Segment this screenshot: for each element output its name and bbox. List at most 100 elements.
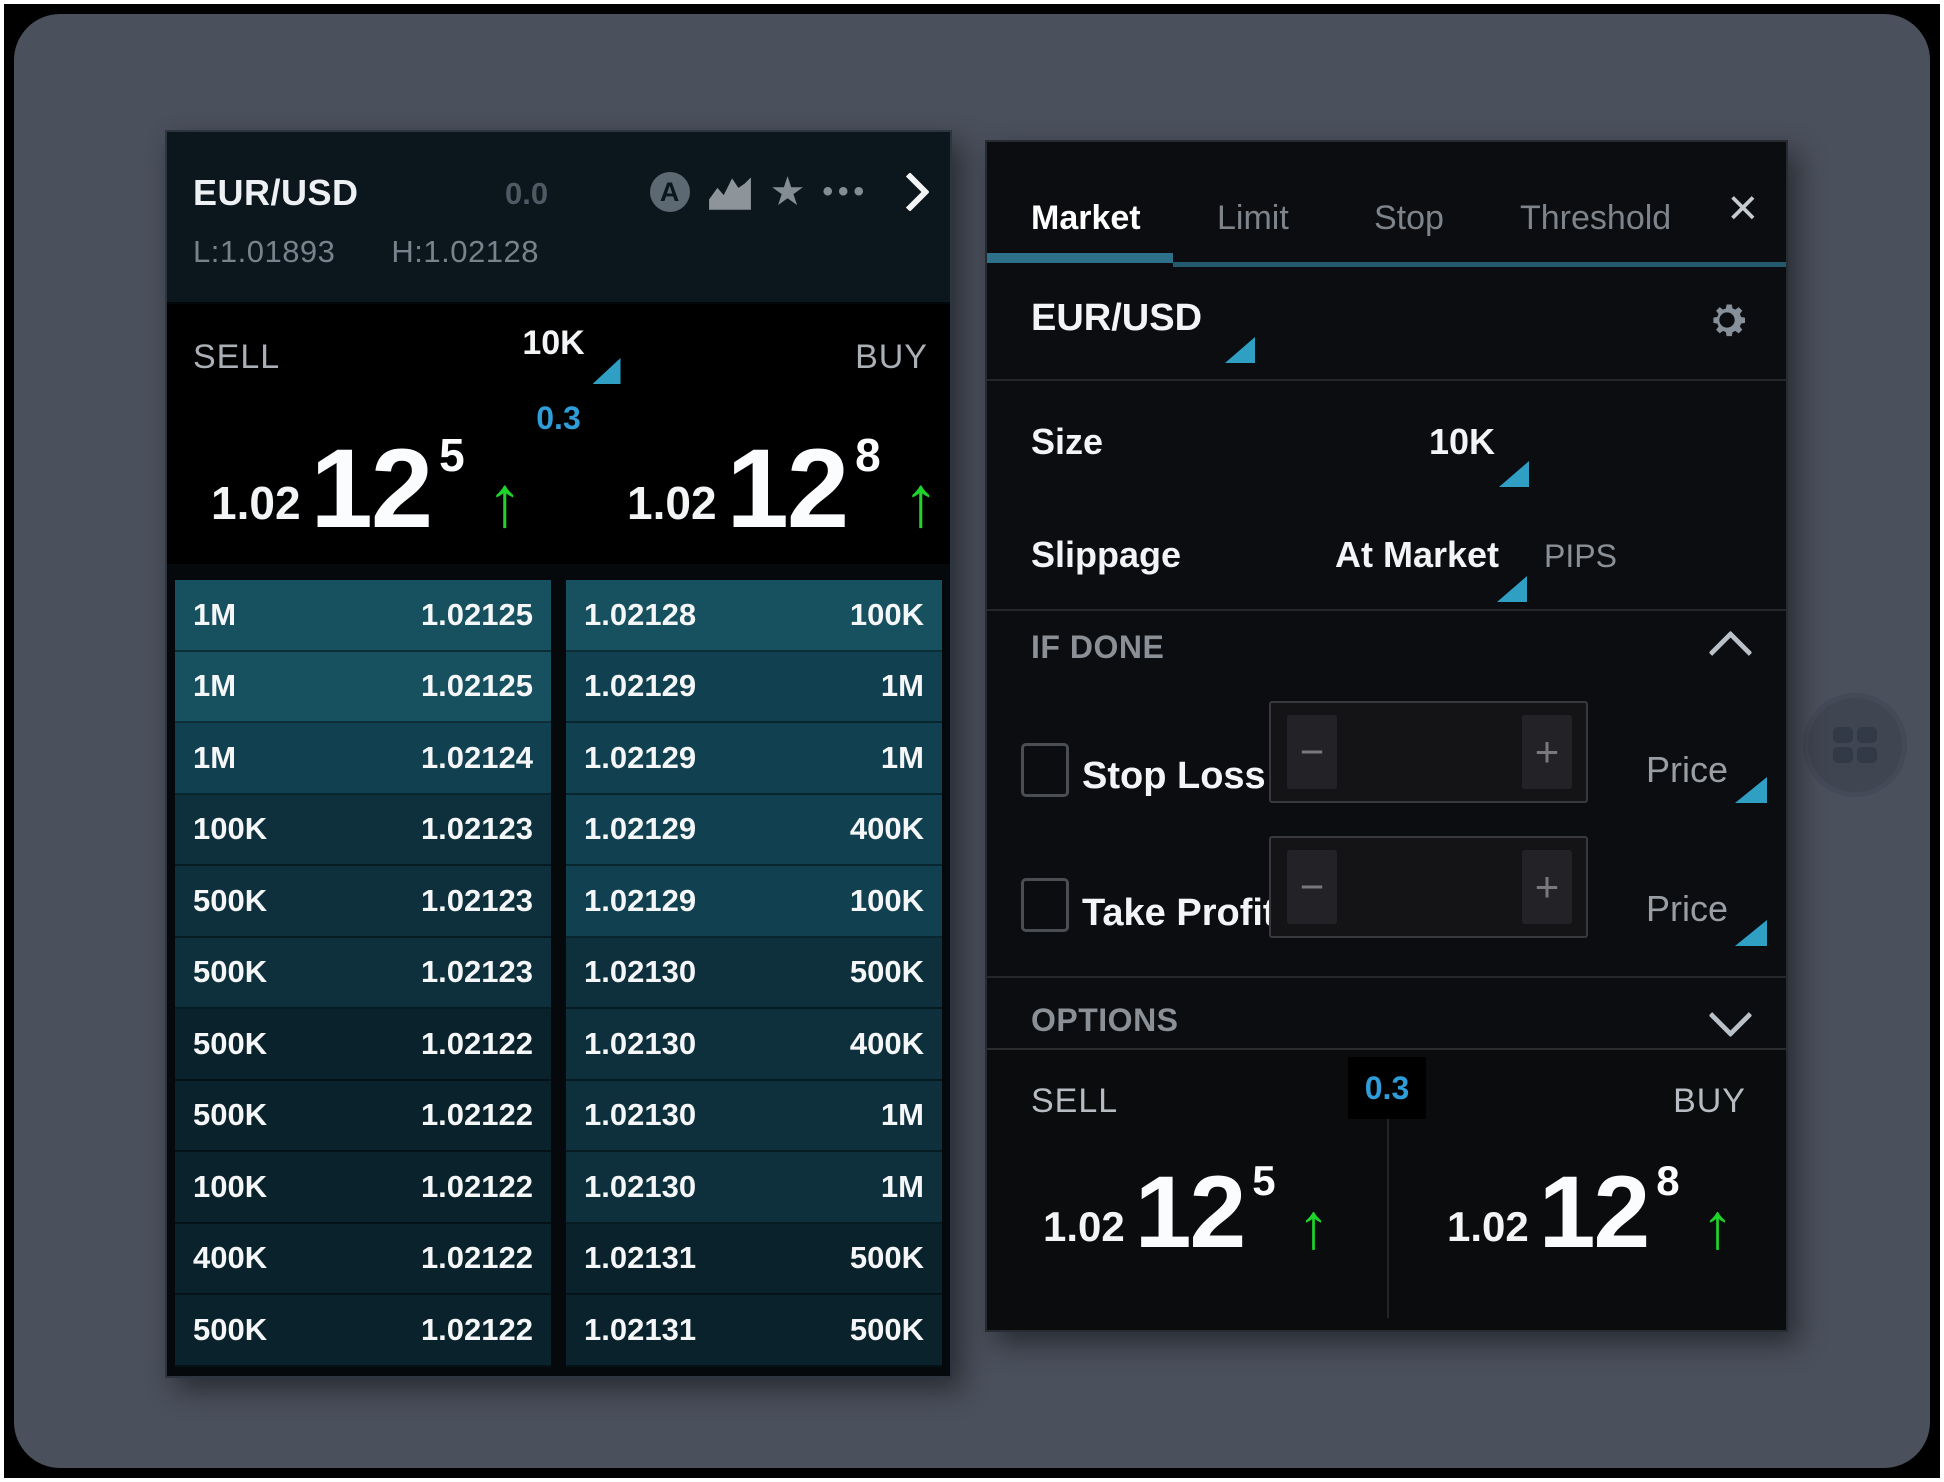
ask-row-size: 1M [881, 668, 924, 704]
ask-row[interactable]: 1.021301M [566, 1152, 942, 1224]
home-button[interactable] [1803, 693, 1907, 797]
spread-value: 0.3 [1365, 1070, 1409, 1107]
stop-loss-checkbox[interactable] [1021, 743, 1069, 797]
stop-loss-price-dropdown-icon[interactable] [1735, 777, 1767, 803]
sell-price-big: 12 [1135, 1172, 1244, 1254]
tab-limit[interactable]: Limit [1217, 199, 1289, 238]
chart-icon[interactable] [707, 173, 753, 211]
take-profit-row: Take Profit − + Price [987, 836, 1786, 976]
day-low-label: L:1.01893 [193, 234, 335, 270]
bid-row[interactable]: 500K1.02123 [175, 938, 551, 1010]
ask-row-size: 400K [850, 811, 924, 847]
size-dropdown-icon[interactable] [1499, 461, 1529, 487]
favorite-star-icon[interactable]: ★ [770, 172, 806, 212]
sell-up-arrow-icon: ↑ [1298, 1201, 1330, 1252]
gear-icon[interactable] [1704, 297, 1750, 343]
options-label: OPTIONS [1031, 1002, 1179, 1039]
bid-row[interactable]: 500K1.02122 [175, 1081, 551, 1153]
spread-value: 0.3 [536, 400, 580, 437]
ask-row-size: 100K [850, 883, 924, 919]
stop-loss-increment-button[interactable]: + [1522, 715, 1572, 789]
ask-row-price: 1.02129 [584, 811, 696, 847]
ask-row[interactable]: 1.02131500K [566, 1295, 942, 1367]
bid-row[interactable]: 1M1.02125 [175, 652, 551, 724]
quote-strip: SELL BUY 10K 0.3 1.02 12 5 ↑ 1.02 12 8 ↑ [167, 302, 950, 564]
ask-row-price: 1.02128 [584, 597, 696, 633]
bid-row-size: 500K [193, 1026, 267, 1062]
size-dropdown-icon[interactable] [593, 358, 621, 384]
bid-row[interactable]: 1M1.02124 [175, 723, 551, 795]
if-done-header[interactable]: IF DONE [987, 611, 1786, 681]
sell-price-big: 12 [311, 444, 432, 534]
bid-row-size: 400K [193, 1240, 267, 1276]
ask-row[interactable]: 1.021301M [566, 1081, 942, 1153]
take-profit-checkbox[interactable] [1021, 878, 1069, 932]
bid-row[interactable]: 500K1.02123 [175, 866, 551, 938]
change-value: 0.0 [505, 176, 548, 212]
collapse-chevron-icon[interactable] [1709, 631, 1753, 675]
home-button-icon [1833, 727, 1877, 763]
buy-price-button[interactable]: 1.02 12 8 ↑ [627, 432, 939, 534]
if-done-label: IF DONE [1031, 629, 1164, 666]
bid-row[interactable]: 500K1.02122 [175, 1009, 551, 1081]
bid-row[interactable]: 100K1.02122 [175, 1152, 551, 1224]
ask-row[interactable]: 1.02131 500K [566, 1224, 942, 1296]
sell-price-button[interactable]: 1.02 12 5 ↑ [1043, 1160, 1330, 1254]
bid-row[interactable]: 400K1.02122 [175, 1224, 551, 1296]
ask-row[interactable]: 1.021291M [566, 723, 942, 795]
slippage-dropdown-icon[interactable] [1497, 576, 1527, 602]
stop-loss-decrement-button[interactable]: − [1287, 715, 1337, 789]
take-profit-price-mode[interactable]: Price [1646, 888, 1728, 930]
sell-price-pip: 5 [439, 432, 465, 478]
more-options-icon[interactable]: ••• [822, 172, 869, 212]
size-value[interactable]: 10K [1429, 421, 1495, 463]
slippage-label: Slippage [1031, 534, 1181, 576]
bid-row-price: 1.02123 [421, 811, 533, 847]
buy-price-pip: 8 [1656, 1160, 1679, 1202]
ask-row-size: 500K [850, 1240, 924, 1276]
sell-up-arrow-icon: ↑ [487, 474, 523, 532]
bid-row[interactable]: 500K1.02122 [175, 1295, 551, 1367]
instrument-selector[interactable]: EUR/USD [1031, 297, 1202, 340]
bid-row-price: 1.02125 [421, 668, 533, 704]
ask-row[interactable]: 1.02129 100K [566, 866, 942, 938]
buy-label: BUY [855, 338, 928, 377]
tab-market[interactable]: Market [1031, 199, 1141, 238]
expand-chevron-icon[interactable] [890, 172, 930, 212]
tab-threshold[interactable]: Threshold [1520, 199, 1671, 238]
ask-row-price: 1.02131 [584, 1312, 696, 1348]
options-header[interactable]: OPTIONS [987, 976, 1786, 1058]
ask-row[interactable]: 1.021291M [566, 652, 942, 724]
ask-row-price: 1.02131 [584, 1240, 696, 1276]
take-profit-label: Take Profit [1082, 892, 1276, 935]
take-profit-price-dropdown-icon[interactable] [1735, 920, 1767, 946]
trade-size-value[interactable]: 10K [522, 324, 584, 363]
buy-price-button[interactable]: 1.02 12 8 ↑ [1447, 1160, 1734, 1254]
sell-price-button[interactable]: 1.02 12 5 ↑ [211, 432, 523, 534]
tab-stop[interactable]: Stop [1374, 199, 1444, 238]
bid-row-price: 1.02122 [421, 1169, 533, 1205]
symbol-label[interactable]: EUR/USD [193, 172, 359, 214]
ask-row[interactable]: 1.02128100K [566, 580, 942, 652]
ask-row-price: 1.02129 [584, 883, 696, 919]
take-profit-decrement-button[interactable]: − [1287, 850, 1337, 924]
ask-row-size: 1M [881, 740, 924, 776]
expand-chevron-icon[interactable] [1709, 994, 1753, 1038]
sell-price-prefix: 1.02 [1043, 1206, 1125, 1254]
auto-badge-icon[interactable]: A [650, 172, 690, 212]
close-icon[interactable]: × [1728, 182, 1758, 234]
instrument-dropdown-icon[interactable] [1225, 337, 1255, 363]
ask-row[interactable]: 1.02130400K [566, 1009, 942, 1081]
buy-label: BUY [1673, 1082, 1746, 1121]
stop-loss-price-mode[interactable]: Price [1646, 749, 1728, 791]
slippage-row: Slippage At Market PIPS [987, 494, 1786, 611]
ask-row[interactable]: 1.02130500K [566, 938, 942, 1010]
slippage-value[interactable]: At Market [1335, 534, 1499, 576]
take-profit-increment-button[interactable]: + [1522, 850, 1572, 924]
bid-row[interactable]: 100K 1.02123 [175, 795, 551, 867]
bid-row-price: 1.02122 [421, 1097, 533, 1133]
size-label: Size [1031, 421, 1103, 463]
bid-row[interactable]: 1M1.02125 [175, 580, 551, 652]
bid-row-size: 100K [193, 811, 267, 847]
ask-row[interactable]: 1.02129 400K [566, 795, 942, 867]
